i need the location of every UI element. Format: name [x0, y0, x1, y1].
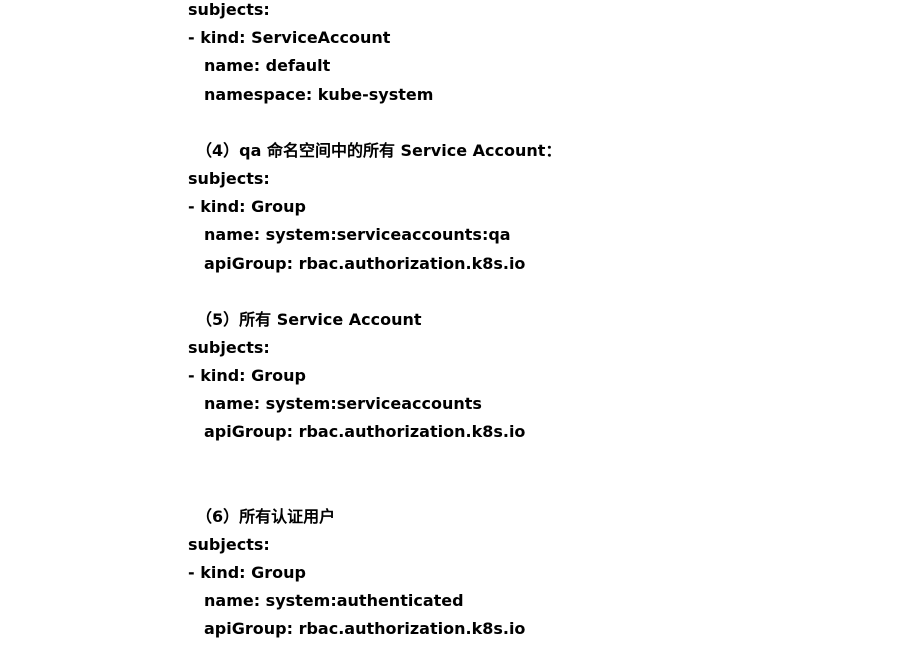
kind-line: - kind: Group: [188, 197, 307, 216]
subjects-label: subjects:: [188, 338, 270, 357]
name-line: name: system:serviceaccounts: [204, 394, 482, 413]
api-group-line: apiGroup: rbac.authorization.k8s.io: [204, 422, 526, 441]
name-line: name: default: [204, 56, 331, 75]
section-heading-4: （4）qa 命名空间中的所有 Service Account：: [196, 141, 562, 160]
kind-line: - kind: Group: [188, 563, 307, 582]
api-group-line: apiGroup: rbac.authorization.k8s.io: [204, 254, 526, 273]
subjects-label: subjects:: [188, 535, 270, 554]
name-line: name: system:serviceaccounts:qa: [204, 225, 511, 244]
section-heading-5: （5）所有 Service Account: [196, 310, 422, 329]
kind-line: - kind: ServiceAccount: [188, 28, 391, 47]
api-group-line: apiGroup: rbac.authorization.k8s.io: [204, 619, 526, 638]
name-line: name: system:authenticated: [204, 591, 464, 610]
namespace-line: namespace: kube-system: [204, 85, 434, 104]
section-heading-6: （6）所有认证用户: [196, 507, 336, 526]
document-page: subjects: - kind: ServiceAccount name: d…: [0, 0, 909, 648]
kind-line: - kind: Group: [188, 366, 307, 385]
subjects-label: subjects:: [188, 169, 270, 188]
subjects-label: subjects:: [188, 0, 270, 19]
